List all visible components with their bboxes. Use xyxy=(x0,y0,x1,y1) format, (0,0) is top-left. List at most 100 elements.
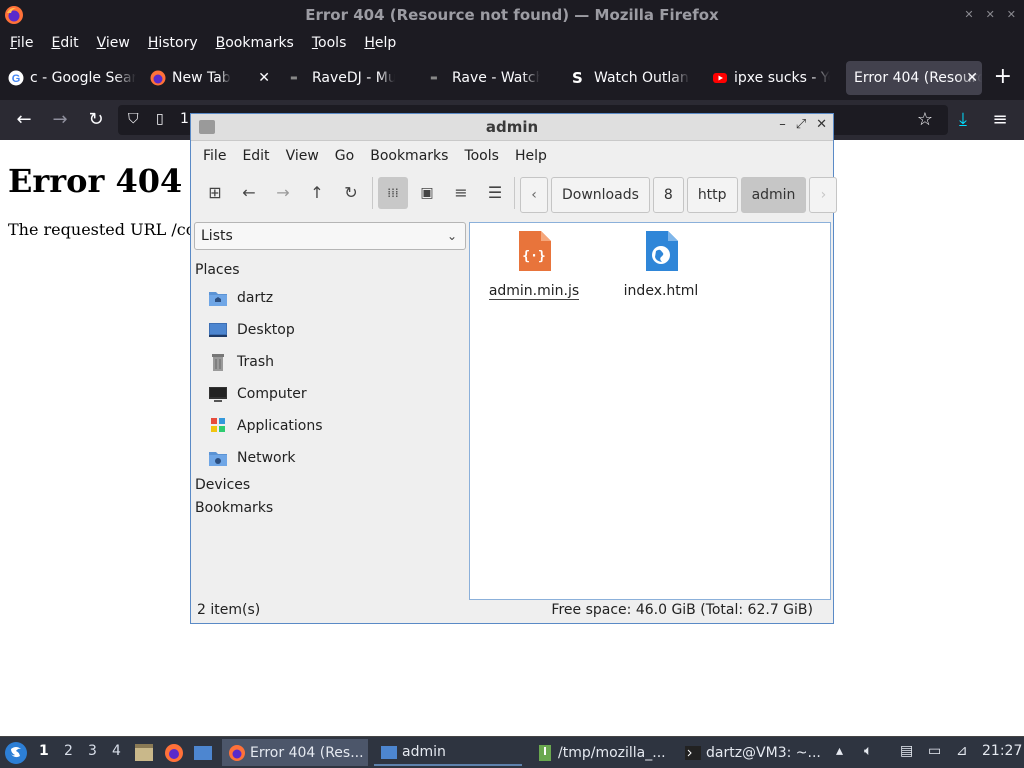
clock[interactable]: 21:27 xyxy=(982,743,1022,759)
tray-up-icon[interactable]: ▴ xyxy=(836,743,843,759)
volume-icon[interactable]: 🔈︎ xyxy=(864,743,872,759)
maximize-icon[interactable]: ⤢ xyxy=(796,117,806,132)
file-item-admin-min-js[interactable]: {·} admin.min.js xyxy=(479,231,589,300)
tab-close-icon[interactable]: ✕ xyxy=(966,70,978,86)
bookmarks-header[interactable]: Bookmarks xyxy=(195,500,273,516)
sidebar-item-desktop[interactable]: Desktop xyxy=(208,317,295,343)
svg-text:G: G xyxy=(12,73,21,85)
minimize-icon[interactable]: – xyxy=(779,117,786,132)
sidebar-item-dartz[interactable]: dartz xyxy=(208,285,273,311)
tab-google[interactable]: G c - Google Search xyxy=(8,61,136,95)
url-text[interactable]: 1 xyxy=(180,111,189,127)
file-view[interactable]: {·} admin.min.js index.html xyxy=(469,222,831,600)
shield-icon[interactable]: ⛉ xyxy=(128,111,139,127)
new-tab-button[interactable]: + xyxy=(994,64,1012,89)
tab-new-tab[interactable]: New Tab ✕ xyxy=(150,61,274,95)
tab-watch-outlander[interactable]: S Watch Outlander xyxy=(572,61,690,95)
up-icon[interactable]: ↑ xyxy=(302,177,332,209)
devices-header[interactable]: Devices xyxy=(195,477,250,493)
network-icon[interactable]: ▭ xyxy=(928,743,941,759)
tab-error-404[interactable]: Error 404 (Resource not found) ✕ xyxy=(846,61,982,95)
workspace-4[interactable]: 4 xyxy=(112,743,121,759)
page-heading: Error 404 xyxy=(8,162,183,200)
toolbar-separator xyxy=(514,177,515,209)
tab-youtube[interactable]: ipxe sucks - YouTube xyxy=(712,61,830,95)
sidebar-item-trash[interactable]: Trash xyxy=(208,349,274,375)
tab-ravedj[interactable]: ▬ RaveDJ - Music xyxy=(290,61,395,95)
forward-icon[interactable]: → xyxy=(48,108,72,132)
menu-view[interactable]: View xyxy=(91,35,136,51)
taskbar-window-firefox[interactable]: Error 404 (Res... xyxy=(222,739,368,766)
file-item-index-html[interactable]: index.html xyxy=(606,231,716,299)
detailed-list-view-icon[interactable]: ☰ xyxy=(480,177,510,209)
menu-help[interactable]: Help xyxy=(358,35,402,51)
breadcrumb-right-icon[interactable]: › xyxy=(809,177,838,213)
firefox-menubar: File Edit View History Bookmarks Tools H… xyxy=(0,30,1024,56)
s-icon: S xyxy=(572,69,583,87)
page-info-icon[interactable]: ▯ xyxy=(156,111,164,127)
thumbnail-view-icon[interactable]: ▣ xyxy=(412,177,442,209)
menu-edit[interactable]: Edit xyxy=(45,35,84,51)
sidebar-item-applications[interactable]: Applications xyxy=(208,413,323,439)
back-icon[interactable]: ← xyxy=(234,177,264,209)
breadcrumb-downloads[interactable]: Downloads xyxy=(551,177,650,213)
workspace-1[interactable]: 1 xyxy=(39,743,49,759)
ravedj-icon: ▬ xyxy=(290,73,298,82)
fm-menu-file[interactable]: File xyxy=(197,148,232,164)
menu-history[interactable]: History xyxy=(142,35,204,51)
taskbar-window-terminal[interactable]: dartz@VM3: ~... xyxy=(678,739,826,766)
menu-tools[interactable]: Tools xyxy=(306,35,353,51)
file-label: admin.min.js xyxy=(488,283,580,300)
reload-icon[interactable]: ↻ xyxy=(84,108,108,132)
maximize-icon[interactable]: ✕ xyxy=(986,0,995,30)
breadcrumb-http[interactable]: http xyxy=(686,177,738,213)
fm-menu-help[interactable]: Help xyxy=(509,148,553,164)
clipboard-icon[interactable]: ▤ xyxy=(900,743,913,759)
reload-icon[interactable]: ↻ xyxy=(336,177,366,209)
downloads-icon[interactable]: ⤓ xyxy=(951,108,975,132)
close-icon[interactable]: ✕ xyxy=(1007,0,1016,30)
minimize-icon[interactable]: ✕ xyxy=(964,0,973,30)
breadcrumb-8[interactable]: 8 xyxy=(652,177,684,213)
chevron-down-icon: ⌄ xyxy=(446,229,457,243)
svg-text:{·}: {·} xyxy=(522,249,545,264)
network-folder-icon xyxy=(209,452,227,466)
breadcrumb-admin[interactable]: admin xyxy=(740,177,807,213)
side-pane-mode-select[interactable]: Lists ⌄ xyxy=(194,222,466,250)
menu-bookmarks[interactable]: Bookmarks xyxy=(210,35,300,51)
breadcrumb: ‹ Downloads 8 http admin › xyxy=(520,177,840,213)
start-menu-icon[interactable] xyxy=(4,741,28,765)
sidebar-item-network[interactable]: Network xyxy=(208,445,295,471)
taskbar-window-admin[interactable]: admin xyxy=(374,739,522,766)
icon-view-icon[interactable]: ⁞⁞⁞ xyxy=(378,177,408,209)
bookmark-star-icon[interactable]: ☆ xyxy=(913,108,937,132)
rave-icon: ▬ xyxy=(430,73,438,82)
tab-close-icon[interactable]: ✕ xyxy=(258,70,270,86)
fm-menu-go[interactable]: Go xyxy=(329,148,360,164)
new-tab-icon[interactable]: ⊞ xyxy=(200,177,230,209)
menu-file[interactable]: File xyxy=(4,35,39,51)
compact-view-icon[interactable]: ≡ xyxy=(446,177,476,209)
tab-rave[interactable]: ▬ Rave - Watch xyxy=(430,61,540,95)
firefox-launcher-icon[interactable] xyxy=(164,743,184,763)
taskbar-window-tmp-mozilla[interactable]: /tmp/mozilla_... xyxy=(530,739,670,766)
back-icon[interactable]: ← xyxy=(12,108,36,132)
show-desktop-icon[interactable] xyxy=(193,743,213,763)
file-manager-titlebar[interactable]: admin – ⤢ ✕ xyxy=(191,114,833,141)
close-icon[interactable]: ✕ xyxy=(816,117,827,132)
workspace-3[interactable]: 3 xyxy=(88,743,97,759)
archive-icon xyxy=(539,744,551,761)
breadcrumb-left-icon[interactable]: ‹ xyxy=(520,177,548,213)
workspace-2[interactable]: 2 xyxy=(64,743,73,759)
fm-menu-edit[interactable]: Edit xyxy=(236,148,275,164)
fm-menu-view[interactable]: View xyxy=(280,148,325,164)
sidebar-item-computer[interactable]: Computer xyxy=(208,381,307,407)
places-header[interactable]: Places xyxy=(195,262,240,278)
forward-icon[interactable]: → xyxy=(268,177,298,209)
fm-menu-tools[interactable]: Tools xyxy=(458,148,505,164)
app-menu-icon[interactable]: ≡ xyxy=(988,108,1012,132)
fm-menu-bookmarks[interactable]: Bookmarks xyxy=(364,148,454,164)
firefox-icon xyxy=(229,744,245,761)
file-manager-launcher-icon[interactable] xyxy=(134,743,154,763)
bluetooth-icon[interactable]: ⊿ xyxy=(956,743,968,759)
